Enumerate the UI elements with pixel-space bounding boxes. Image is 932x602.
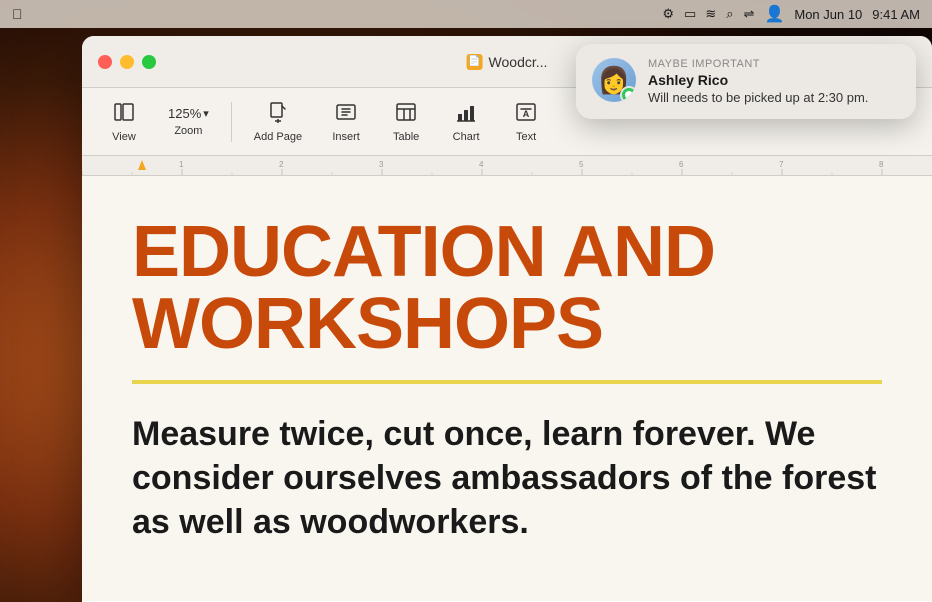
table-label: Table [393,131,419,143]
svg-text:1: 1 [179,160,184,169]
settings-icon[interactable]: ⚙ [662,6,674,22]
apple-logo:  [12,6,23,22]
text-label: Text [516,131,536,143]
svg-text:A: A [523,109,530,119]
notification-sender: Ashley Rico [648,72,900,88]
document-content: EDUCATION AND WORKSHOPS Measure twice, c… [82,176,932,601]
close-button[interactable] [98,55,112,69]
chart-icon [455,101,477,127]
insert-label: Insert [332,131,360,143]
window-title: Woodcr... [489,54,548,70]
table-button[interactable]: Table [380,95,432,149]
maximize-button[interactable] [142,55,156,69]
notification[interactable]: 👩 MAYBE IMPORTANT Ashley Rico Will needs… [576,44,916,119]
zoom-label: Zoom [174,125,202,137]
datetime: Mon Jun 10 [794,7,862,22]
zoom-percentage: 125% [168,106,201,121]
chart-label: Chart [453,131,480,143]
notification-avatar: 👩 [592,58,636,102]
window-title-area: 📄 Woodcr... [467,54,548,70]
view-button[interactable]: View [98,95,150,149]
battery-icon: ▭ [684,6,695,22]
svg-text:7: 7 [779,160,784,169]
time: 9:41 AM [872,7,920,22]
add-page-icon [267,101,289,127]
zoom-chevron: ▾ [203,107,209,120]
view-icon [113,101,135,127]
table-icon [395,101,417,127]
document-divider [132,380,882,384]
toolbar-divider-1 [231,102,232,142]
svg-text:3: 3 [379,160,384,169]
user-switch-icon[interactable]: ⇌ [744,6,755,22]
insert-icon [335,101,357,127]
chart-button[interactable]: Chart [440,95,492,149]
minimize-button[interactable] [120,55,134,69]
zoom-value-display: 125% ▾ [168,106,209,121]
notification-category: MAYBE IMPORTANT [648,58,900,70]
view-label: View [112,131,136,143]
svg-text:5: 5 [579,160,584,169]
ruler: 1 2 3 4 5 6 7 8 [82,156,932,176]
window-controls [98,55,156,69]
add-page-button[interactable]: Add Page [244,95,312,149]
wifi-icon: ≋ [705,6,716,22]
zoom-control[interactable]: 125% ▾ Zoom [158,100,219,143]
notification-content: MAYBE IMPORTANT Ashley Rico Will needs t… [648,58,900,105]
messages-badge-dot [625,91,633,99]
menu-bar:  ⚙ ▭ ≋ ⌕ ⇌ 👤 Mon Jun 10 9:41 AM [0,0,932,28]
svg-text:8: 8 [879,160,884,169]
ruler-svg: 1 2 3 4 5 6 7 8 [82,156,932,176]
messages-badge [620,86,636,102]
menu-bar-left:  [12,6,23,22]
text-button[interactable]: A Text [500,95,552,149]
add-page-label: Add Page [254,131,302,143]
search-icon[interactable]: ⌕ [726,6,733,22]
text-icon: A [515,101,537,127]
menu-bar-right: ⚙ ▭ ≋ ⌕ ⇌ 👤 Mon Jun 10 9:41 AM [662,4,920,24]
document-icon: 📄 [467,54,483,70]
app-window: 📄 Woodcr... View 125% [82,36,932,602]
document-body: Measure twice, cut once, learn forever. … [132,412,882,545]
svg-text:2: 2 [279,160,284,169]
svg-text:6: 6 [679,160,684,169]
desktop:  ⚙ ▭ ≋ ⌕ ⇌ 👤 Mon Jun 10 9:41 AM [0,0,932,602]
insert-button[interactable]: Insert [320,95,372,149]
document-heading: EDUCATION AND WORKSHOPS [132,216,882,360]
account-icon[interactable]: 👤 [764,4,784,24]
notification-message: Will needs to be picked up at 2:30 pm. [648,90,900,105]
svg-text:4: 4 [479,160,484,169]
